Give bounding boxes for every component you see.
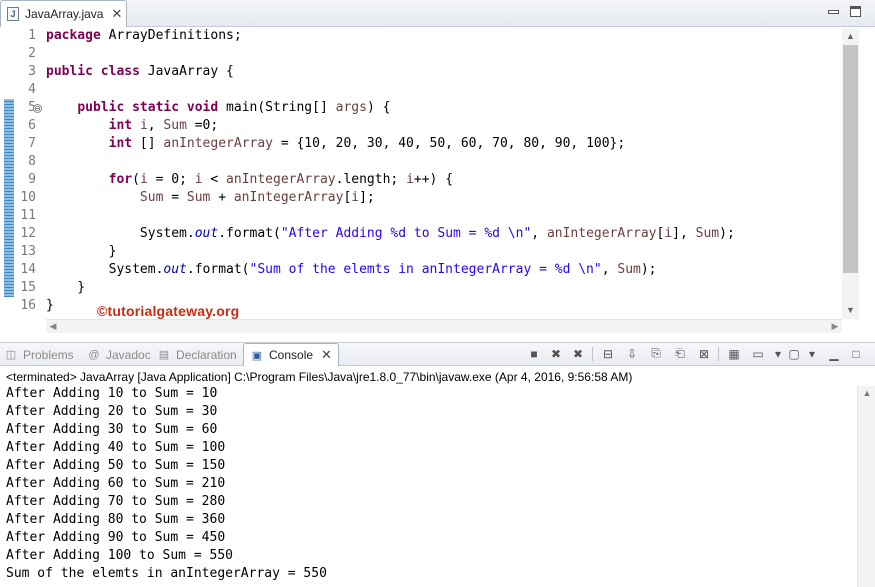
show-on-error-icon[interactable]: ⎗	[672, 346, 688, 361]
line-number: 13	[20, 244, 36, 259]
tab-javadoc[interactable]: @ Javadoc	[87, 343, 151, 366]
close-icon[interactable]: ✕	[321, 347, 332, 363]
chevron-down-icon[interactable]: ▾	[770, 346, 786, 361]
line-number: 7	[28, 136, 36, 151]
code-line: System.out.format("Sum of the elemts in …	[46, 262, 657, 277]
minimize-icon[interactable]: ▁	[826, 346, 842, 361]
console-output-line: After Adding 30 to Sum = 60	[6, 422, 218, 437]
remove-all-terminated-icon[interactable]: ✖	[570, 346, 586, 361]
maximize-icon[interactable]: □	[848, 346, 864, 361]
line-number: 8	[28, 154, 36, 169]
line-number: 4	[28, 82, 36, 97]
problems-icon: ◫	[5, 349, 17, 361]
code-line: System.out.format("After Adding %d to Su…	[46, 226, 735, 241]
declaration-icon: ▤	[158, 349, 170, 361]
clear-console-icon[interactable]: ⊟	[600, 346, 616, 361]
line-number: 3	[28, 64, 36, 79]
console-output-line: After Adding 70 to Sum = 280	[6, 494, 226, 509]
line-number: 1	[28, 28, 36, 43]
new-console-icon[interactable]: ▢	[786, 346, 802, 361]
scroll-up-icon[interactable]: ▲	[842, 29, 859, 43]
line-number: 11	[20, 208, 36, 223]
console-output[interactable]: After Adding 10 to Sum = 10 After Adding …	[0, 386, 857, 587]
maximize-icon[interactable]	[850, 6, 861, 17]
line-number: 6	[28, 118, 36, 133]
editor-tab-javaarray[interactable]: J JavaArray.java ✕	[0, 0, 127, 27]
line-number: 12	[20, 226, 36, 241]
fold-collapse-icon[interactable]: ⊖	[33, 104, 42, 113]
tab-problems[interactable]: ◫ Problems	[4, 343, 74, 366]
code-line: public static void main(String[] args) {	[77, 100, 391, 115]
code-line: int [] anIntegerArray = {10, 20, 30, 40,…	[108, 136, 626, 151]
scroll-right-icon[interactable]: ▶	[828, 320, 842, 333]
console-output-line: After Adding 80 to Sum = 360	[6, 512, 226, 527]
display-console-icon[interactable]: ▦	[726, 346, 742, 361]
console-output-line: After Adding 100 to Sum = 550	[6, 548, 233, 563]
code-line: Sum = Sum + anIntegerArray[i];	[139, 190, 375, 205]
tab-declaration[interactable]: ▤ Declaration	[157, 343, 237, 366]
toolbar-separator	[592, 347, 593, 361]
toolbar-separator	[718, 347, 719, 361]
show-on-output-icon[interactable]: ⎘	[648, 346, 664, 361]
scrollbar-thumb[interactable]	[843, 45, 858, 273]
code-editor[interactable]: 12345678910111213141516 ⊖ package ArrayD…	[0, 27, 875, 333]
console-output-line: Sum of the elemts in anIntegerArray = 55…	[6, 566, 327, 581]
line-number: 5	[6, 100, 36, 118]
editor-tab-strip: J JavaArray.java ✕	[0, 0, 875, 27]
editor-horizontal-scrollbar[interactable]: ◀ ▶	[46, 319, 842, 333]
console-icon: ▣	[251, 349, 263, 362]
open-console-icon[interactable]: ▭	[750, 346, 766, 361]
code-line: }	[46, 298, 54, 313]
console-output-line: After Adding 60 to Sum = 210	[6, 476, 226, 491]
close-icon[interactable]: ✕	[111, 6, 122, 22]
code-line: }	[46, 244, 117, 259]
terminate-icon[interactable]: ■	[526, 346, 542, 361]
code-line: for(i = 0; i < anIntegerArray.length; i+…	[108, 172, 454, 187]
scroll-left-icon[interactable]: ◀	[46, 320, 60, 333]
java-file-icon: J	[7, 7, 19, 21]
line-number: 14	[20, 262, 36, 277]
tab-problems-label: Problems	[23, 347, 74, 362]
javadoc-icon: @	[88, 348, 100, 361]
minimize-icon[interactable]	[828, 10, 839, 14]
code-line: }	[46, 280, 86, 295]
tab-console[interactable]: ▣ Console ✕	[243, 343, 339, 366]
console-output-line: After Adding 20 to Sum = 30	[6, 404, 218, 419]
editor-tab-label: JavaArray.java	[25, 7, 104, 21]
code-line: public class JavaArray {	[46, 64, 234, 79]
console-output-line: After Adding 50 to Sum = 150	[6, 458, 226, 473]
tab-declaration-label: Declaration	[176, 347, 237, 362]
remove-launch-icon[interactable]: ✖	[548, 346, 564, 361]
console-output-line: After Adding 10 to Sum = 10	[6, 386, 218, 401]
console-launch-label: <terminated> JavaArray [Java Application…	[6, 370, 633, 384]
line-number: 9	[28, 172, 36, 187]
code-line: int i, Sum =0;	[108, 118, 219, 133]
console-output-line: After Adding 90 to Sum = 450	[6, 530, 226, 545]
watermark: ©tutorialgateway.org	[97, 303, 240, 319]
line-number: 16	[20, 298, 36, 313]
scroll-down-icon[interactable]: ▼	[842, 303, 859, 317]
console-vertical-scrollbar[interactable]: ▲	[857, 386, 875, 587]
code-line: package ArrayDefinitions;	[46, 28, 242, 43]
line-number: 10	[20, 190, 36, 205]
pin-console-icon[interactable]: ⊠	[696, 346, 712, 361]
chevron-down-icon[interactable]: ▾	[804, 346, 820, 361]
line-number: 2	[28, 46, 36, 61]
line-number-gutter: 12345678910111213141516 ⊖	[0, 27, 42, 319]
scroll-up-icon[interactable]: ▲	[858, 388, 875, 398]
tab-console-label: Console	[269, 348, 314, 362]
editor-vertical-scrollbar[interactable]: ▲ ▼	[842, 29, 859, 319]
scroll-lock-icon[interactable]: ⇩	[624, 346, 640, 361]
view-tab-bar: ◫ Problems @ Javadoc ▤ Declaration ▣ Con…	[0, 342, 875, 366]
tab-javadoc-label: Javadoc	[106, 347, 151, 362]
console-output-line: After Adding 40 to Sum = 100	[6, 440, 226, 455]
line-number: 15	[20, 280, 36, 295]
